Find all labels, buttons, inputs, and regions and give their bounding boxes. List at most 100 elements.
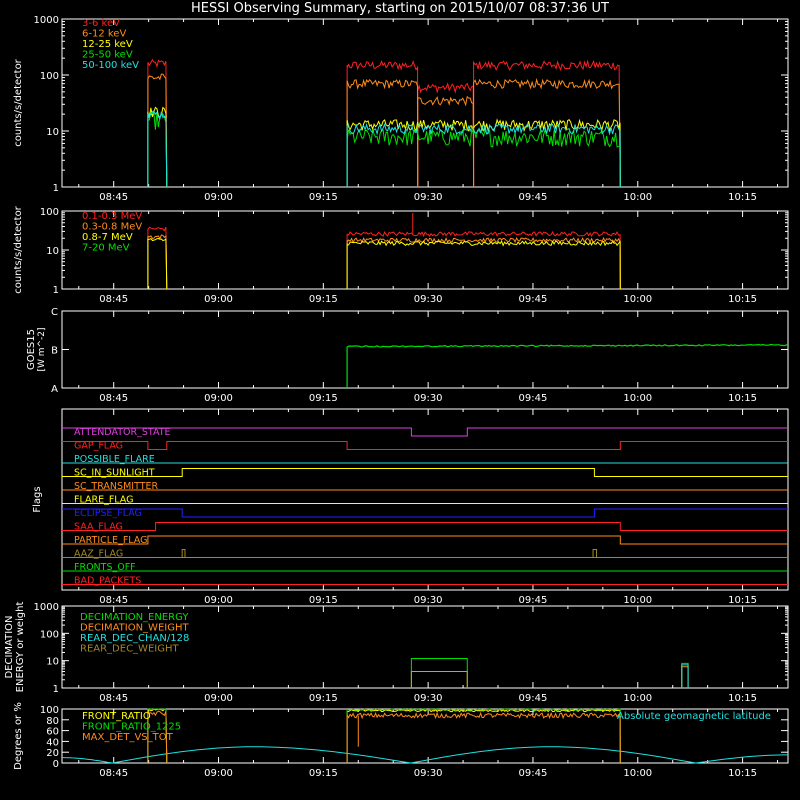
legend-entry: 0.3-0.8 MeV	[82, 222, 142, 233]
panel-low-energy: 08:45 09:00 09:15 09:30 09:45 10:00 10:15 1 10 10…	[13, 15, 789, 203]
x-tick-label: 10:00	[623, 595, 652, 606]
flag-label: FLARE_FLAG	[74, 495, 134, 506]
x-tick-label: 08:45	[99, 192, 128, 203]
flag-label: PARTICLE_FLAG	[74, 535, 147, 546]
legend-entry: 50-100 keV	[82, 60, 139, 71]
legend-entry: 25-50 keV	[82, 50, 133, 61]
x-tick-label: 08:45	[99, 393, 128, 404]
series-line-2	[147, 237, 168, 290]
legend-entry: 3-6 keV	[82, 18, 120, 29]
x-tick-label: 09:00	[204, 595, 233, 606]
decimation-step-2	[681, 664, 689, 688]
y-axis-label: counts/s/detector	[13, 205, 24, 293]
legend-entry: 7-20 MeV	[82, 243, 130, 254]
flag-label: SC_IN_SUNLIGHT	[74, 468, 155, 479]
y-tick-label: 60	[46, 727, 59, 738]
legend-entry: 12-25 keV	[82, 39, 133, 50]
hessi-summary-figure: 08:45 09:00 09:15 09:30 09:45 10:00 10:1511010…	[4, 15, 789, 779]
legend-entry: REAR_DEC_WEIGHT	[80, 644, 179, 655]
flag-label: SAA_FLAG	[74, 522, 123, 533]
x-tick-label: 09:45	[519, 192, 548, 203]
y-tick-label: 1	[53, 285, 59, 296]
flag-pulse	[181, 549, 186, 558]
legend-entry: 0.8-7 MeV	[82, 232, 133, 243]
flag-label: ECLIPSE_FLAG	[74, 508, 142, 519]
flag-label: POSSIBLE_FLARE	[74, 454, 155, 465]
x-tick-label: 10:00	[623, 192, 652, 203]
x-tick-label: 09:15	[309, 595, 338, 606]
y-axis-unit: [W m^-2]	[37, 327, 47, 371]
flag-line-particle_flag	[62, 535, 788, 545]
y-tick-label: 1000	[34, 602, 59, 613]
legend-entry: REAR_DEC_CHAN/128	[80, 633, 189, 644]
x-tick-label: 09:45	[519, 393, 548, 404]
x-tick-label: 10:15	[728, 693, 757, 704]
legend-entry: DECIMATION_WEIGHT	[80, 623, 189, 634]
flag-line-gap_flag	[62, 441, 788, 450]
series-line-2	[346, 240, 621, 290]
y-tick-label: 100	[40, 207, 59, 218]
y-tick-label: 0	[53, 759, 59, 770]
y-tick-label: 40	[46, 737, 59, 748]
annotation-label: Absolute geomagnetic latitude	[617, 711, 771, 722]
series-line-3	[346, 128, 621, 188]
series-line-0	[147, 58, 168, 188]
x-tick-label: 09:00	[204, 393, 233, 404]
flag-line-attendator_state	[62, 427, 788, 437]
flag-line-eclipse_flag	[62, 508, 788, 518]
x-tick-label: 09:45	[519, 595, 548, 606]
x-tick-label: 09:00	[204, 294, 233, 305]
decimation-step-1	[681, 666, 689, 688]
series-line-1	[346, 236, 621, 290]
x-tick-label: 09:30	[414, 595, 443, 606]
x-tick-label: 10:00	[623, 768, 652, 779]
flag-label: SC_TRANSMITTER	[74, 481, 159, 492]
y-axis-label: DECIMATION	[4, 615, 15, 678]
x-tick-label: 09:45	[519, 693, 548, 704]
panel-decimation: 08:45 09:00 09:15 09:30 09:45 10:00 10:15 1 10 10…	[4, 602, 789, 704]
panel-flags: 08:45 09:00 09:15 09:30 09:45 10:00 10:15 Flags…	[32, 408, 789, 606]
x-tick-label: 10:00	[623, 693, 652, 704]
y-tick-label: 80	[46, 716, 59, 727]
y-tick-label: 10	[46, 127, 59, 138]
series-line-3	[147, 111, 168, 188]
x-tick-label: 10:00	[623, 393, 652, 404]
y-tick-label: 1000	[34, 15, 59, 26]
x-tick-label: 09:45	[519, 294, 548, 305]
x-tick-label: 09:00	[204, 192, 233, 203]
flag-line-sc_in_sunlight	[62, 468, 788, 477]
flag-label: BAD_PACKETS	[74, 576, 141, 587]
y-tick-label: 100	[40, 71, 59, 82]
x-tick-label: 09:00	[204, 693, 233, 704]
x-tick-label: 08:45	[99, 693, 128, 704]
x-tick-label: 08:45	[99, 294, 128, 305]
goes-flux-line	[346, 343, 788, 388]
x-tick-label: 10:15	[728, 192, 757, 203]
y-axis-label: counts/s/detector	[13, 58, 24, 146]
x-tick-label: 10:15	[728, 294, 757, 305]
x-tick-label: 09:15	[309, 192, 338, 203]
y-tick-label: 1	[53, 183, 59, 194]
x-tick-label: 09:30	[414, 192, 443, 203]
panel-high-energy: 08:45 09:00 09:15 09:30 09:45 10:00 10:15 1 10 10…	[13, 205, 789, 305]
flag-label: GAP_FLAG	[74, 441, 123, 452]
flag-label: AAZ_FLAG	[74, 549, 123, 560]
y-tick-label: 10	[46, 246, 59, 257]
y-tick-label: B	[51, 346, 58, 357]
y-tick-label: 100	[40, 629, 59, 640]
x-tick-label: 10:00	[623, 294, 652, 305]
flag-label: ATTENDATOR_STATE	[74, 427, 171, 438]
y-tick-label: 20	[46, 748, 59, 759]
x-tick-label: 09:30	[414, 294, 443, 305]
geomag-latitude-line	[62, 746, 788, 764]
x-tick-label: 09:15	[309, 768, 338, 779]
panel-frame	[61, 310, 789, 389]
x-tick-label: 08:45	[99, 595, 128, 606]
y-axis-label: Flags	[32, 486, 43, 512]
flag-label: FRONTS_OFF	[74, 562, 136, 573]
y-axis-label: Degrees or %	[13, 702, 24, 770]
x-tick-label: 09:15	[309, 693, 338, 704]
decimation-step-1	[410, 671, 468, 688]
panel-frame	[61, 18, 789, 188]
legend-entry: 0.1-0.3 MeV	[82, 211, 142, 222]
